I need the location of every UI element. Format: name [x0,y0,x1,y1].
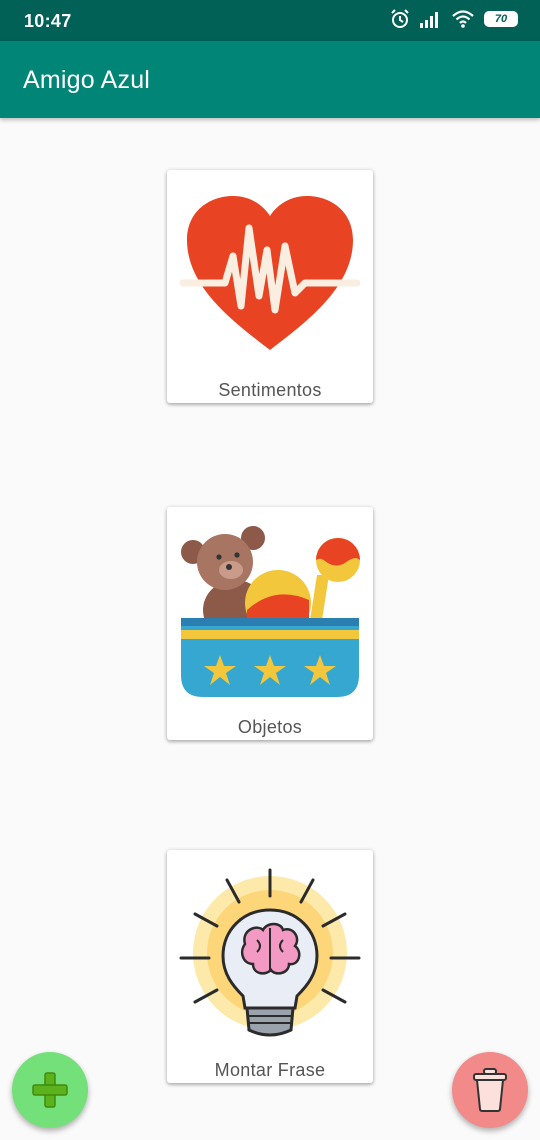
battery-icon: 70 [484,11,518,27]
signal-icon [420,12,438,28]
status-icons: 70 [390,9,518,29]
toy-box-icon [181,526,360,697]
app-title: Amigo Azul [23,66,151,94]
lightbulb-brain-icon [179,868,361,1037]
status-time: 10:47 [24,11,72,31]
category-label: Objetos [237,717,303,737]
alarm-icon [391,9,409,28]
add-button[interactable] [12,1052,88,1128]
battery-level: 70 [494,13,508,25]
trash-icon [473,1068,507,1112]
delete-button[interactable] [452,1052,528,1128]
plus-icon [32,1072,68,1108]
category-card-objetos[interactable]: Objetos [167,507,373,740]
status-bar: 10:47 70 [0,0,540,41]
category-card-sentimentos[interactable]: Sentimentos [167,170,373,403]
app-bar: Amigo Azul [0,41,540,118]
category-label: Montar Frase [214,1060,326,1080]
category-card-montar-frase[interactable]: Montar Frase [167,850,373,1083]
heart-pulse-icon [179,196,361,350]
category-label: Sentimentos [218,380,322,400]
wifi-icon [452,10,474,28]
